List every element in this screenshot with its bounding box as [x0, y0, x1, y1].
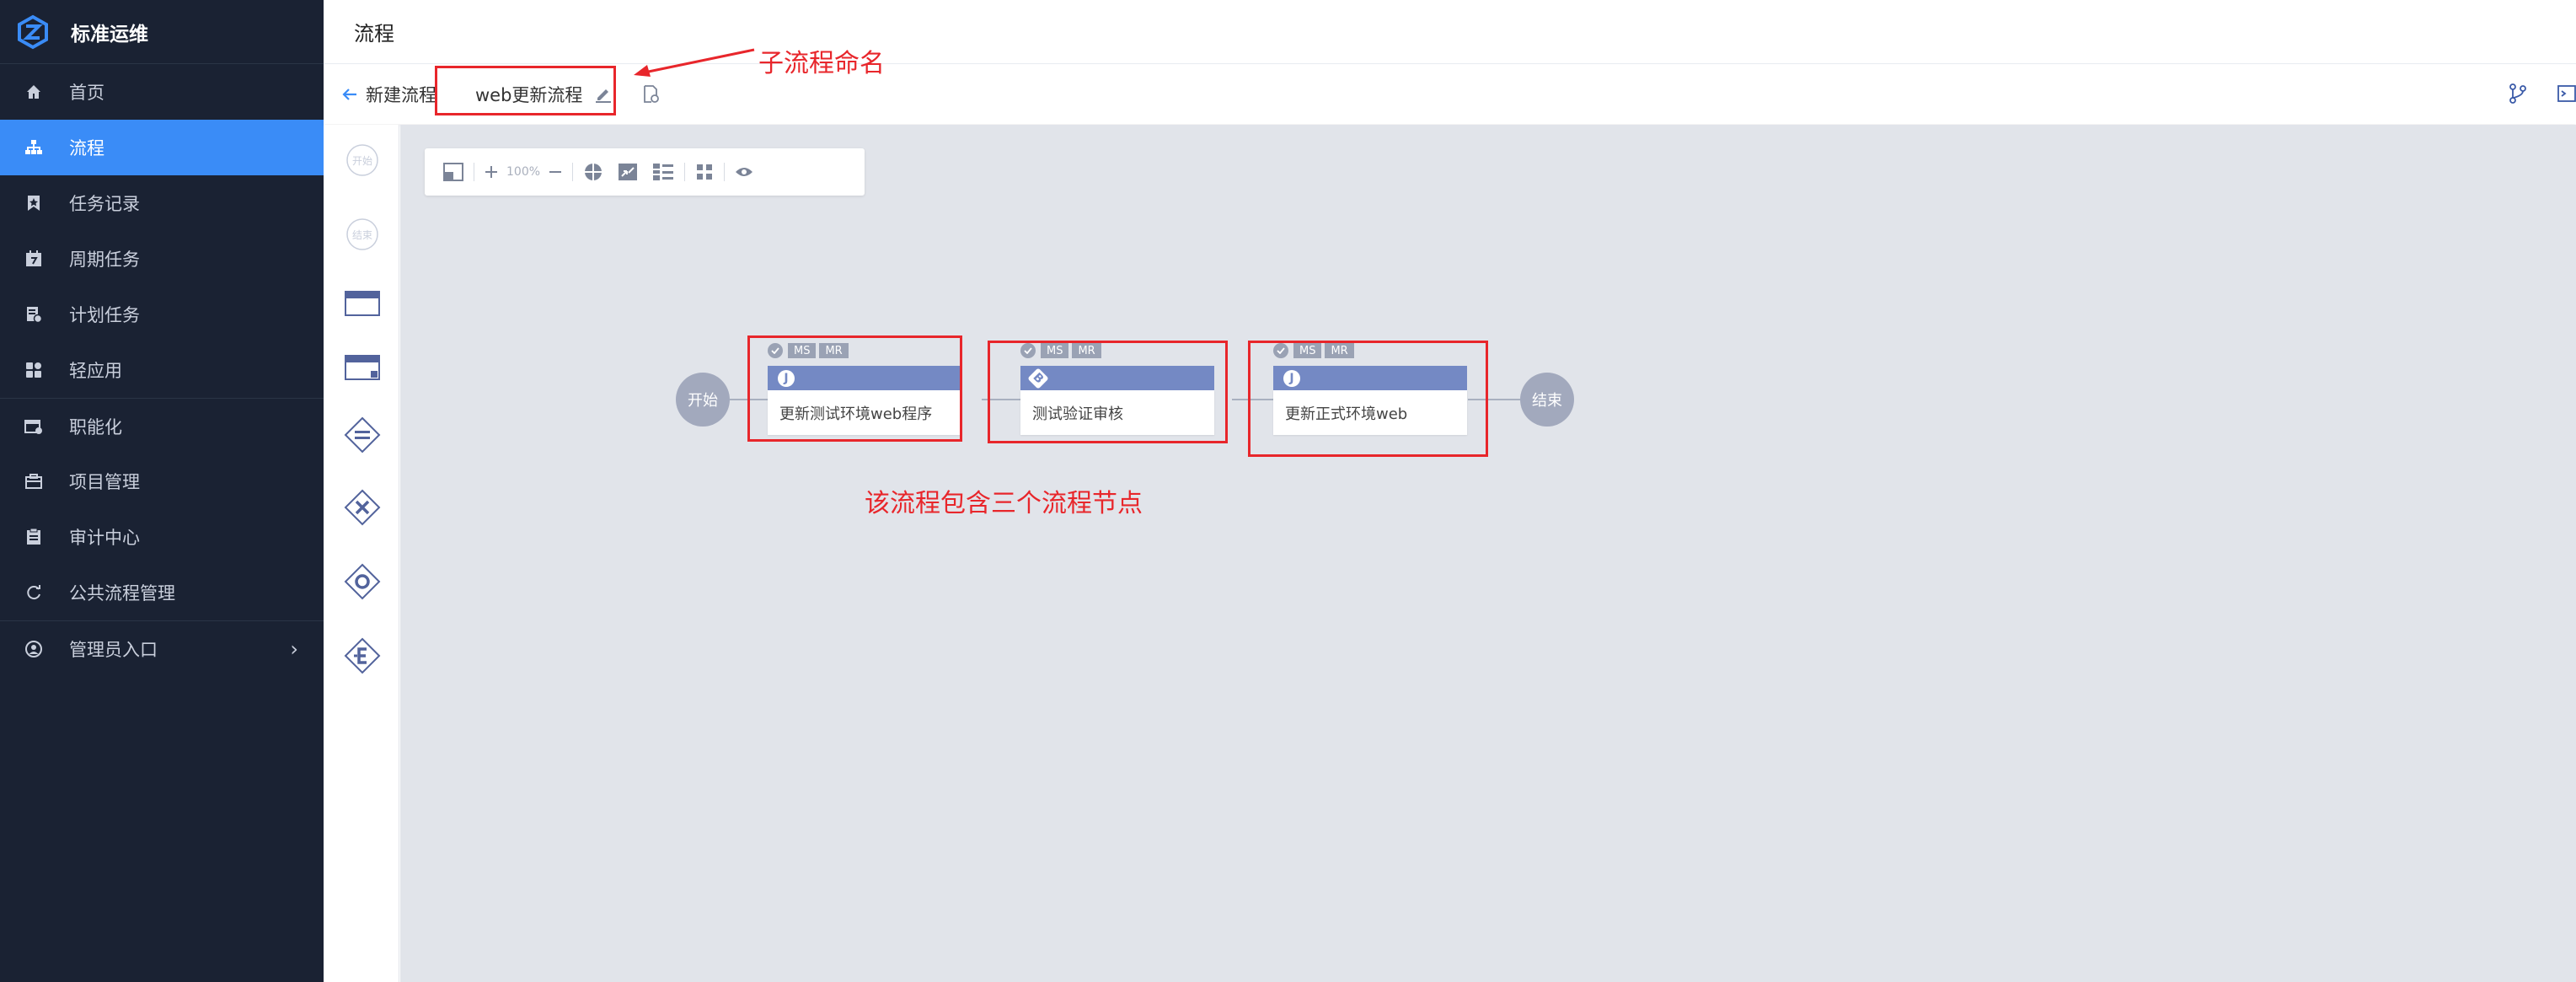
- conditional-gateway-icon[interactable]: [344, 637, 381, 674]
- right-actions: [2509, 83, 2576, 107]
- sidebar-item-label: 轻应用: [69, 361, 122, 381]
- toolbar-divider: [724, 163, 726, 181]
- bookmark-icon: [24, 193, 44, 213]
- toolbar-gap: [610, 163, 611, 181]
- admin-icon: [24, 639, 44, 659]
- minimap-icon[interactable]: [443, 162, 463, 182]
- zoom-out-icon[interactable]: [549, 162, 562, 182]
- palette-task-node-icon[interactable]: [344, 285, 381, 322]
- node-palette: 开始 结束: [324, 125, 399, 982]
- flow-canvas[interactable]: 100% 开始 结束 MS MR J 更新测试环境web程序 MS MR B 测…: [400, 125, 2576, 982]
- sidebar-item-home[interactable]: 首页: [0, 64, 324, 120]
- palette-end-node[interactable]: 结束: [344, 216, 381, 253]
- converge-gateway-icon[interactable]: [344, 563, 381, 600]
- sidebar-item-audit-center[interactable]: 审计中心: [0, 509, 324, 565]
- sidebar-item-label: 公共流程管理: [69, 583, 175, 604]
- exclusive-gateway-icon[interactable]: [344, 489, 381, 526]
- audit-icon: [24, 527, 44, 547]
- sidebar-item-public-flow-management[interactable]: 公共流程管理: [0, 565, 324, 620]
- plan-icon: [24, 304, 44, 325]
- sidebar-item-label: 周期任务: [69, 250, 140, 270]
- function-icon: [24, 416, 44, 437]
- apps-icon: [24, 360, 44, 380]
- back-label: 新建流程: [366, 85, 436, 105]
- sidebar-item-label: 首页: [69, 83, 104, 103]
- canvas-toolbar: 100%: [425, 148, 865, 196]
- end-node[interactable]: 结束: [1520, 373, 1574, 427]
- palette-end-label: 结束: [351, 228, 372, 241]
- chevron-right-icon: ›: [290, 636, 298, 661]
- cycle-icon: [24, 582, 44, 603]
- annotation-three-nodes: 该流程包含三个流程节点: [865, 489, 1143, 518]
- parallel-gateway-icon[interactable]: [344, 416, 381, 453]
- sidebar-item-label: 管理员入口: [69, 639, 158, 660]
- preview-eye-icon[interactable]: [735, 162, 753, 182]
- annotation-box-task-1: [747, 335, 962, 442]
- sidebar-item-label: 计划任务: [69, 305, 140, 325]
- sidebar-item-functionalization[interactable]: 职能化: [0, 398, 324, 453]
- annotation-subflow-naming: 子流程命名: [758, 49, 885, 78]
- annotation-box-flow-name: [435, 66, 616, 115]
- zoom-in-icon[interactable]: [485, 162, 498, 182]
- toolbar-divider: [572, 163, 574, 181]
- reset-position-icon[interactable]: [583, 162, 603, 182]
- sidebar: 标准运维 首页 流程 任务记录 周期任务 计划任务 轻应用 职能化 项目管理 审…: [0, 0, 324, 982]
- sidebar-item-label: 任务记录: [69, 194, 140, 214]
- palette-start-node[interactable]: 开始: [344, 142, 381, 179]
- select-nodes-icon[interactable]: [695, 162, 714, 182]
- arrow-left-icon: [342, 89, 356, 100]
- fit-view-icon[interactable]: [618, 162, 638, 182]
- brand-name: 标准运维: [71, 23, 148, 46]
- sidebar-item-periodic-tasks[interactable]: 周期任务: [0, 231, 324, 287]
- annotation-box-task-3: [1248, 341, 1488, 457]
- sidebar-item-admin-entry[interactable]: 管理员入口 ›: [0, 620, 324, 676]
- calendar-icon: [24, 249, 44, 269]
- back-button[interactable]: 新建流程: [342, 82, 436, 107]
- annotation-arrow: [634, 48, 755, 77]
- sidebar-item-label: 项目管理: [69, 472, 140, 492]
- file-settings-icon[interactable]: [643, 85, 660, 104]
- sidebar-item-planned-tasks[interactable]: 计划任务: [0, 287, 324, 342]
- sidebar-item-task-records[interactable]: 任务记录: [0, 175, 324, 231]
- palette-subflow-node-icon[interactable]: [344, 349, 381, 386]
- home-icon: [24, 82, 44, 102]
- zoom-level: 100%: [506, 165, 541, 179]
- sidebar-item-label: 流程: [69, 138, 104, 158]
- sidebar-item-light-apps[interactable]: 轻应用: [0, 342, 324, 398]
- format-layout-icon[interactable]: [652, 162, 674, 182]
- start-node[interactable]: 开始: [676, 373, 730, 427]
- sidebar-item-label: 审计中心: [69, 528, 140, 548]
- palette-start-label: 开始: [351, 154, 372, 167]
- toolbar-divider: [684, 163, 686, 181]
- sidebar-menu: 首页 流程 任务记录 周期任务 计划任务 轻应用 职能化 项目管理 审计中心 公…: [0, 64, 324, 676]
- branch-icon[interactable]: [2509, 83, 2527, 107]
- brand-logo-icon: [18, 14, 48, 49]
- sidebar-item-label: 职能化: [69, 416, 122, 437]
- sidebar-item-project-management[interactable]: 项目管理: [0, 453, 324, 509]
- annotation-box-task-2: [988, 341, 1228, 443]
- project-icon: [24, 471, 44, 491]
- terminal-icon[interactable]: [2557, 83, 2576, 107]
- sidebar-item-flow[interactable]: 流程: [0, 120, 324, 175]
- page-title: 流程: [354, 22, 394, 46]
- flow-tree-icon: [24, 137, 44, 158]
- brand[interactable]: 标准运维: [0, 0, 324, 64]
